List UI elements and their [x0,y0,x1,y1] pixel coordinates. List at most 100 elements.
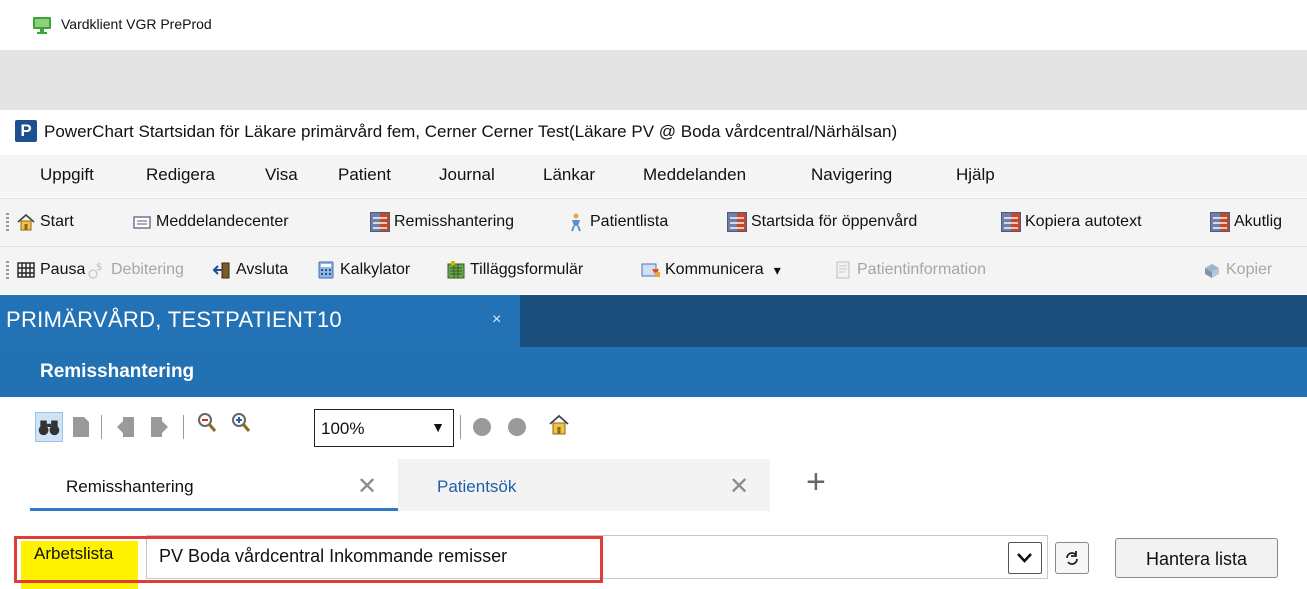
toolbar-kopiera-autotext-button[interactable]: Kopiera autotext [1001,210,1142,234]
annotation-highlight-box [14,536,603,583]
toolbar-meddelandecenter-button[interactable]: Meddelandecenter [132,210,289,234]
toolbar-grip[interactable] [6,213,9,233]
tab-remisshantering[interactable]: Remisshantering ✕ [30,459,398,511]
previous-page-icon[interactable] [115,415,137,439]
grid-icon [1001,212,1021,232]
toolbar-akutlig-label: Akutlig [1234,213,1283,230]
forms-icon [447,261,465,279]
grid-icon [1210,212,1230,232]
chevron-down-icon[interactable]: ▾ [774,262,781,279]
menu-meddelanden[interactable]: Meddelanden [643,165,746,185]
refresh-icon [1066,551,1078,565]
toolbar-tillaggsformular-label: Tilläggsformulär [470,261,584,278]
toolbar-remisshantering-label: Remisshantering [394,213,515,230]
menu-journal[interactable]: Journal [439,165,495,185]
menu-hjalp[interactable]: Hjälp [956,165,995,185]
tab-patientsok-label: Patientsök [437,477,517,496]
window-titlebar: P PowerChart Startsidan för Läkare primä… [0,110,1307,154]
manage-list-button[interactable]: Hantera lista [1115,538,1278,578]
chevron-down-icon [1017,553,1032,563]
monitor-icon [33,17,51,34]
patient-name: PRIMÄRVÅRD, TESTPATIENT10 [6,307,342,332]
person-icon [571,213,581,232]
toolbar-pausa-button[interactable]: Pausa [16,258,85,282]
toolbar-pausa-label: Pausa [40,261,86,278]
menu-patient[interactable]: Patient [338,165,391,185]
menu-navigering[interactable]: Navigering [811,165,892,185]
toolbar-patientlista-button[interactable]: Patientlista [566,210,668,234]
toolbar-separator [183,415,184,439]
section-title: Remisshantering [40,361,195,382]
tab-remisshantering-label: Remisshantering [66,477,194,496]
menu-uppgift[interactable]: Uppgift [40,165,94,185]
document-toolbar: 100% ▼ [0,397,1307,459]
toolbar-avsluta-label: Avsluta [236,261,289,278]
next-page-icon[interactable] [148,415,170,439]
toolbar-avsluta-button[interactable]: Avsluta [212,258,288,282]
toolbar-kalkylator-button[interactable]: Kalkylator [316,258,410,282]
toolbar-startsida-oppenvard-label: Startsida för öppenvård [751,213,918,230]
mail-icon [133,216,151,229]
document-tabs: Remisshantering ✕ Patientsök ✕ + [0,459,1307,511]
toolbar-kopiera-button[interactable]: Kopier [1202,258,1272,282]
toolbar-separator [460,415,461,439]
toolbar-akutlig-button[interactable]: Akutlig [1210,210,1282,234]
toolbar-remisshantering-button[interactable]: Remisshantering [370,210,514,234]
zoom-value: 100% [321,419,365,438]
toolbar-tillaggsformular-button[interactable]: Tilläggsformulär [446,258,583,282]
outer-window-titlebar: Vardklient VGR PreProd [0,0,1307,50]
toolbar-meddelandecenter-label: Meddelandecenter [156,213,289,230]
powerchart-logo-icon: P [15,120,37,142]
menu-visa[interactable]: Visa [265,165,298,185]
toolbar-kalkylator-label: Kalkylator [340,261,411,278]
menu-lankar[interactable]: Länkar [543,165,595,185]
copy-icon [1205,264,1219,278]
exit-icon [212,262,230,279]
zoom-out-icon[interactable] [196,411,218,435]
worklist-dropdown-button[interactable] [1008,542,1042,574]
toolbar-grip[interactable] [6,261,9,281]
home-icon[interactable] [548,413,570,437]
menu-bar: Uppgift Redigera Visa Patient Journal Lä… [0,155,1307,197]
home-icon [17,213,35,231]
toolbar-kopiera-label: Kopier [1226,261,1273,278]
toolbar-patientinformation-label: Patientinformation [857,261,986,278]
close-icon[interactable]: ✕ [729,472,749,501]
window-chrome-band [0,50,1307,110]
toolbar-startsida-oppenvard-button[interactable]: Startsida för öppenvård [727,210,917,234]
refresh-button[interactable] [1055,542,1089,574]
patient-tab[interactable]: PRIMÄRVÅRD, TESTPATIENT10 × [0,295,520,347]
communicate-icon [641,263,660,277]
manage-list-label: Hantera lista [1145,549,1248,569]
close-icon[interactable]: × [492,311,501,329]
add-tab-button[interactable]: + [806,463,826,502]
toolbar-debitering-button[interactable]: $ Debitering [87,258,184,282]
grid-icon [370,212,390,232]
binoculars-icon [38,420,60,436]
pause-icon [17,262,35,278]
billing-icon: $ [88,262,102,279]
close-icon[interactable]: ✕ [357,472,377,501]
patient-tab-bar: PRIMÄRVÅRD, TESTPATIENT10 × [0,295,1307,347]
window-title: PowerChart Startsidan för Läkare primärv… [44,122,898,141]
tab-patientsok[interactable]: Patientsök ✕ [398,459,770,511]
grid-icon [727,212,747,232]
zoom-in-icon[interactable] [230,411,252,435]
menu-redigera[interactable]: Redigera [146,165,215,185]
calculator-icon [318,261,334,279]
toolbar-patientlista-label: Patientlista [590,213,669,230]
toolbar-patientinformation-button[interactable]: Patientinformation [833,258,986,282]
toolbar-debitering-label: Debitering [111,261,184,278]
outer-window-title: Vardklient VGR PreProd [61,16,212,32]
svg-text:$: $ [96,262,102,273]
circle-button-icon[interactable] [506,415,528,439]
chevron-down-icon[interactable]: ▼ [431,419,445,435]
toolbar-kommunicera-button[interactable]: Kommunicera ▾ [641,258,781,282]
zoom-select[interactable]: 100% ▼ [314,409,454,447]
toolbar-start-button[interactable]: Start [16,210,74,234]
find-button[interactable] [35,412,63,442]
document-icon [836,261,850,279]
page-icon[interactable] [70,415,92,439]
toolbar-kopiera-autotext-label: Kopiera autotext [1025,213,1142,230]
circle-button-icon[interactable] [471,415,493,439]
